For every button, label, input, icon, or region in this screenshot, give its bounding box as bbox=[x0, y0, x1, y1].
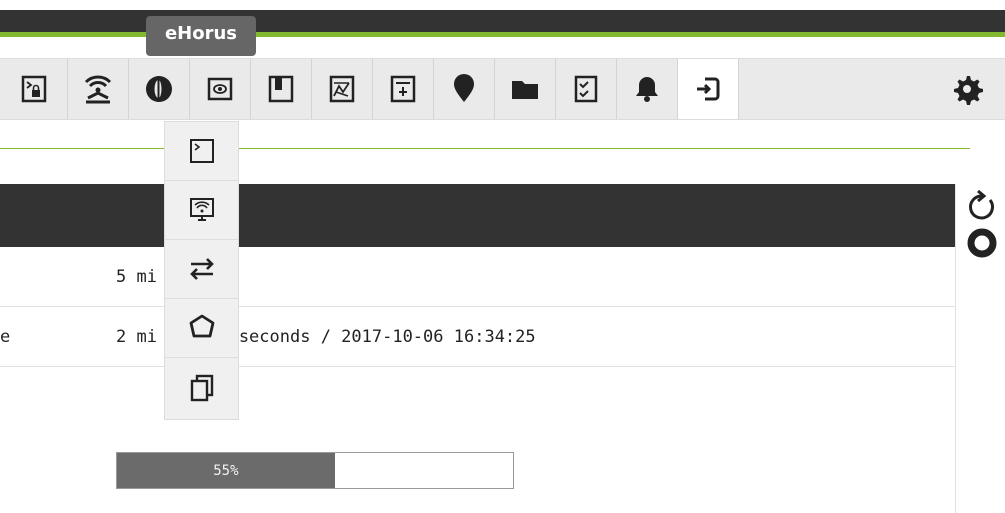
bell-icon bbox=[636, 77, 658, 102]
network-graph-icon bbox=[329, 75, 355, 103]
toolbar-item-terminal-lock[interactable] bbox=[0, 59, 67, 119]
refresh-icon[interactable] bbox=[964, 188, 1000, 224]
toolbar-item-checklist[interactable] bbox=[555, 59, 616, 119]
remote-display-icon bbox=[189, 198, 214, 221]
gear-icon bbox=[954, 76, 983, 105]
row-value: 5 mi bbox=[116, 266, 157, 287]
dropdown-item-processes[interactable] bbox=[165, 299, 238, 358]
toolbar-item-settings[interactable] bbox=[738, 59, 1005, 119]
toolbar-item-network-graph[interactable] bbox=[311, 59, 372, 119]
terminal-lock-icon bbox=[21, 75, 46, 103]
table-header bbox=[0, 184, 955, 247]
progress-bar: 55% bbox=[116, 452, 514, 489]
dropdown-item-terminal[interactable] bbox=[165, 122, 238, 181]
table-row: e 2 mi ... 44 seconds / 2017-10-06 16:34… bbox=[0, 307, 955, 367]
table-row: 5 mi bbox=[0, 247, 955, 307]
dropdown-item-transfer[interactable] bbox=[165, 240, 238, 299]
dropdown-item-remote-display[interactable] bbox=[165, 181, 238, 240]
login-icon bbox=[697, 77, 720, 101]
row-label bbox=[0, 247, 14, 306]
toolbar-item-report[interactable] bbox=[372, 59, 433, 119]
toolbar-item-login[interactable] bbox=[677, 59, 738, 119]
report-icon bbox=[390, 75, 416, 103]
circle-icon[interactable] bbox=[964, 225, 1000, 261]
toolbar-item-view[interactable] bbox=[189, 59, 250, 119]
row-label: e bbox=[0, 326, 11, 347]
toolbar-item-wireless[interactable] bbox=[67, 59, 128, 119]
folder-icon bbox=[512, 81, 538, 99]
transfer-arrows-icon bbox=[189, 258, 214, 280]
toolbar-item-folder[interactable] bbox=[494, 59, 555, 119]
process-icon bbox=[189, 314, 214, 338]
eye-icon bbox=[207, 77, 233, 101]
checklist-icon bbox=[574, 75, 598, 103]
toolbar-item-map[interactable] bbox=[433, 59, 494, 119]
ehorus-tooltip: eHorus bbox=[146, 16, 256, 56]
ehorus-icon bbox=[146, 76, 172, 102]
ehorus-dropdown-menu bbox=[164, 121, 239, 420]
dropdown-item-files[interactable] bbox=[165, 358, 238, 417]
agent-toolbar bbox=[0, 58, 1005, 120]
wireless-antenna-icon bbox=[84, 75, 112, 104]
map-pin-icon bbox=[454, 74, 474, 102]
section-divider bbox=[0, 148, 970, 149]
terminal-icon bbox=[189, 139, 214, 163]
toolbar-item-bookmark[interactable] bbox=[250, 59, 311, 119]
toolbar-item-alerts[interactable] bbox=[616, 59, 677, 119]
copy-icon bbox=[190, 374, 213, 401]
progress-label: 55% bbox=[213, 462, 239, 479]
toolbar-item-ehorus[interactable] bbox=[128, 59, 189, 119]
bookmark-icon bbox=[268, 75, 294, 103]
